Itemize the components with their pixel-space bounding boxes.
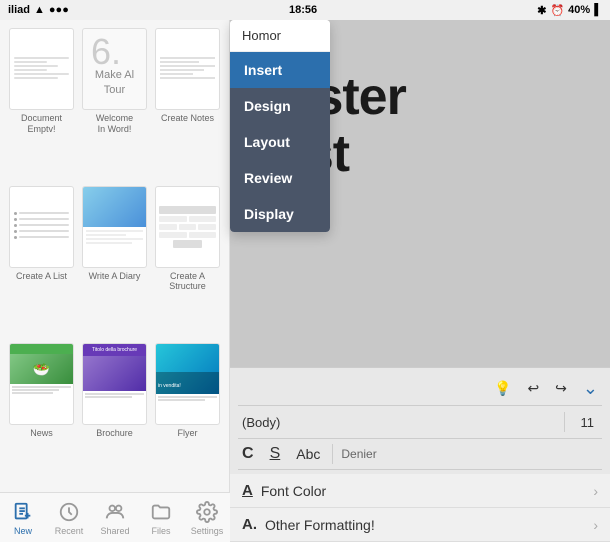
other-formatting-icon: A. xyxy=(242,516,257,533)
abc-button[interactable]: Abc xyxy=(292,444,324,464)
main-area: DocumentEmptv! 6. Make AlTour WelcomeIn … xyxy=(0,20,610,542)
tab-recent-label: Recent xyxy=(55,526,84,536)
toolbar-row1: 💡 ↩ ↪ ⌄ xyxy=(238,372,602,406)
alarm-icon: ⏰ xyxy=(550,4,564,17)
template-label-flyer: Flyer xyxy=(178,428,198,439)
font-color-label: Font Color xyxy=(261,483,593,499)
tab-files-label: Files xyxy=(151,526,170,536)
font-name-display[interactable]: (Body) xyxy=(238,413,556,432)
other-formatting-chevron: › xyxy=(593,517,598,533)
template-label-brochure: Brochure xyxy=(96,428,133,439)
template-thumb-write-diary xyxy=(82,186,147,268)
template-thumb-brochure: Titolo della brochure xyxy=(82,343,147,425)
template-label-news: News xyxy=(30,428,53,439)
doc-area: PosterTest Homor Insert Design Layout Re… xyxy=(230,20,610,367)
undo-button[interactable]: ↩ xyxy=(523,378,543,399)
tab-settings[interactable]: Settings xyxy=(184,500,230,536)
template-label-create-notes: Create Notes xyxy=(161,113,214,124)
dropdown-menu: Homor Insert Design Layout Review Displa… xyxy=(230,20,330,232)
template-item-create-notes[interactable]: Create Notes xyxy=(154,28,221,180)
font-color-chevron: › xyxy=(593,483,598,499)
underline-button[interactable]: S xyxy=(266,443,285,465)
template-thumb-create-list xyxy=(9,186,74,268)
wifi-icon: ▲ xyxy=(34,4,45,16)
lightbulb-icon[interactable]: 💡 xyxy=(490,378,515,399)
template-item-write-diary[interactable]: Write A Diary xyxy=(81,186,148,338)
template-item-create-list[interactable]: Create A List xyxy=(8,186,75,338)
other-formatting-row[interactable]: A. Other Formatting! › xyxy=(230,508,610,542)
template-item-brochure[interactable]: Titolo della brochure Brochure xyxy=(81,343,148,484)
status-right: ✱ ⏰ 40% ▌ xyxy=(537,4,602,17)
shared-icon xyxy=(103,500,127,524)
tab-bar: New Recent xyxy=(0,492,230,542)
template-label-write-diary: Write A Diary xyxy=(89,271,141,282)
dropdown-item-insert[interactable]: Insert xyxy=(230,52,330,88)
battery-icon: ▌ xyxy=(594,4,602,16)
new-icon xyxy=(11,500,35,524)
denier-label: Denier xyxy=(341,447,376,461)
signal-icon: ●●● xyxy=(49,4,69,16)
dropdown-item-display[interactable]: Display xyxy=(230,196,330,232)
template-item-create-structure[interactable]: Create AStructure xyxy=(154,186,221,338)
tab-shared[interactable]: Shared xyxy=(92,500,138,536)
template-label-make-ai-tour: WelcomeIn Word! xyxy=(96,113,133,135)
template-thumb-create-structure xyxy=(155,186,220,268)
template-thumb-document-empty xyxy=(9,28,74,110)
recent-icon xyxy=(57,500,81,524)
template-item-flyer[interactable]: in vendita! Flyer xyxy=(154,343,221,484)
template-label-document-empty: DocumentEmptv! xyxy=(21,113,62,135)
toolbar-divider2 xyxy=(332,444,333,464)
left-panel: DocumentEmptv! 6. Make AlTour WelcomeIn … xyxy=(0,20,230,542)
chevron-down-icon[interactable]: ⌄ xyxy=(579,376,602,401)
toolbar-divider xyxy=(564,412,565,432)
template-item-make-ai-tour[interactable]: 6. Make AlTour WelcomeIn Word! xyxy=(81,28,148,180)
template-label-create-list: Create A List xyxy=(16,271,67,282)
bold-button[interactable]: C xyxy=(238,443,258,465)
redo-button[interactable]: ↪ xyxy=(551,378,571,399)
status-bar: iliad ▲ ●●● 18:56 ✱ ⏰ 40% ▌ xyxy=(0,0,610,20)
toolbar-row3: C S Abc Denier xyxy=(238,439,602,470)
template-label-create-structure: Create AStructure xyxy=(169,271,206,293)
template-thumb-flyer: in vendita! xyxy=(155,343,220,425)
dropdown-item-design[interactable]: Design xyxy=(230,88,330,124)
other-formatting-label: Other Formatting! xyxy=(265,517,593,533)
tab-recent[interactable]: Recent xyxy=(46,500,92,536)
dropdown-item-layout[interactable]: Layout xyxy=(230,124,330,160)
template-thumb-news: 🥗 xyxy=(9,343,74,425)
dropdown-overlay: Homor Insert Design Layout Review Displa… xyxy=(230,20,330,232)
battery-label: 40% xyxy=(568,4,590,16)
status-left: iliad ▲ ●●● xyxy=(8,4,69,16)
bluetooth-icon: ✱ xyxy=(537,4,546,17)
template-thumb-make-ai-tour: 6. Make AlTour xyxy=(82,28,147,110)
files-icon xyxy=(149,500,173,524)
right-panel: PosterTest Homor Insert Design Layout Re… xyxy=(230,20,610,542)
font-color-icon: A xyxy=(242,482,253,499)
dropdown-item-review[interactable]: Review xyxy=(230,160,330,196)
template-grid: DocumentEmptv! 6. Make AlTour WelcomeIn … xyxy=(0,20,229,492)
settings-icon xyxy=(195,500,219,524)
make-ai-label: Make AlTour xyxy=(83,68,146,97)
tab-new[interactable]: New xyxy=(0,500,46,536)
tab-new-label: New xyxy=(14,526,32,536)
font-size-display[interactable]: 11 xyxy=(573,413,603,432)
toolbar-area: 💡 ↩ ↪ ⌄ (Body) 11 C S Abc Denier xyxy=(230,367,610,474)
tab-files[interactable]: Files xyxy=(138,500,184,536)
time-display: 18:56 xyxy=(289,4,317,16)
toolbar-row2: (Body) 11 xyxy=(238,406,602,439)
dropdown-header: Homor xyxy=(230,20,330,52)
tab-settings-label: Settings xyxy=(191,526,224,536)
template-item-news[interactable]: 🥗 News xyxy=(8,343,75,484)
carrier-label: iliad xyxy=(8,4,30,16)
tab-shared-label: Shared xyxy=(100,526,129,536)
template-item-document-empty[interactable]: DocumentEmptv! xyxy=(8,28,75,180)
big-number: 6. xyxy=(91,31,121,73)
font-color-row[interactable]: A Font Color › xyxy=(230,474,610,508)
template-thumb-create-notes xyxy=(155,28,220,110)
